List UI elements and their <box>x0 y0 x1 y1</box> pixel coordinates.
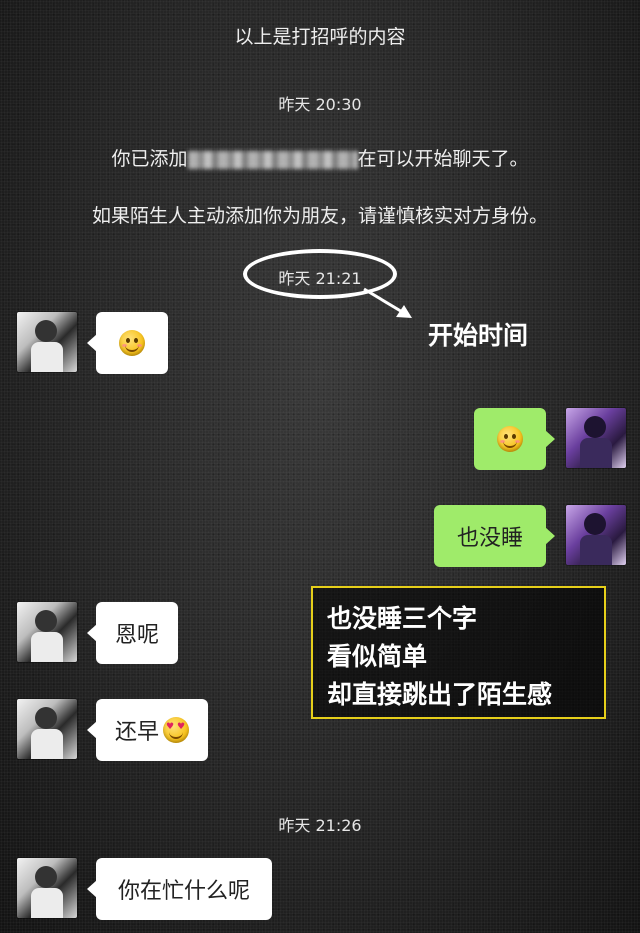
start-time-label: 开始时间 <box>428 321 529 350</box>
annotation-line: 看似简单 <box>327 642 428 671</box>
message-bubble[interactable]: 你在忙什么呢 <box>87 858 272 920</box>
arrow-icon <box>363 287 412 318</box>
avatar[interactable] <box>17 312 77 372</box>
greeting-note: 以上是打招呼的内容 <box>234 26 406 48</box>
avatar[interactable] <box>17 602 77 662</box>
stranger-warning: 如果陌生人主动添加你为朋友，请谨慎核实对方身份。 <box>91 205 548 227</box>
message-text: 也没睡 <box>456 526 523 551</box>
annotation-line: 也没睡三个字 <box>327 604 478 633</box>
blurred-name <box>187 150 358 169</box>
timestamp: 昨天 20:30 <box>278 95 362 114</box>
added-friend-notice: 你已添加 在可以开始聊天了。 <box>0 144 640 171</box>
message-text: 恩呢 <box>114 623 159 648</box>
message-bubble[interactable]: 恩呢 <box>87 602 178 664</box>
message-text: 你在忙什么呢 <box>117 879 250 904</box>
my-avatar[interactable] <box>566 505 626 565</box>
my-avatar[interactable] <box>566 408 626 468</box>
added-suffix: 在可以开始聊天了。 <box>357 148 529 170</box>
message-text: 还早 <box>114 720 159 745</box>
smile-emoji-icon <box>119 330 145 356</box>
message-bubble[interactable] <box>87 312 168 374</box>
message-bubble[interactable] <box>474 408 555 470</box>
smile-emoji-icon <box>497 426 523 452</box>
timestamp: 昨天 21:26 <box>278 816 362 835</box>
avatar[interactable] <box>17 699 77 759</box>
annotation-line: 却直接跳出了陌生感 <box>327 680 553 709</box>
heart-eyes-emoji-icon: ♥ ♥ <box>163 717 189 743</box>
annotation-box: 也没睡三个字 看似简单 却直接跳出了陌生感 <box>311 586 606 719</box>
message-bubble[interactable]: 还早 ♥ ♥ <box>87 699 208 761</box>
avatar[interactable] <box>17 858 77 918</box>
message-bubble[interactable]: 也没睡 <box>434 505 555 567</box>
added-prefix: 你已添加 <box>111 148 188 170</box>
